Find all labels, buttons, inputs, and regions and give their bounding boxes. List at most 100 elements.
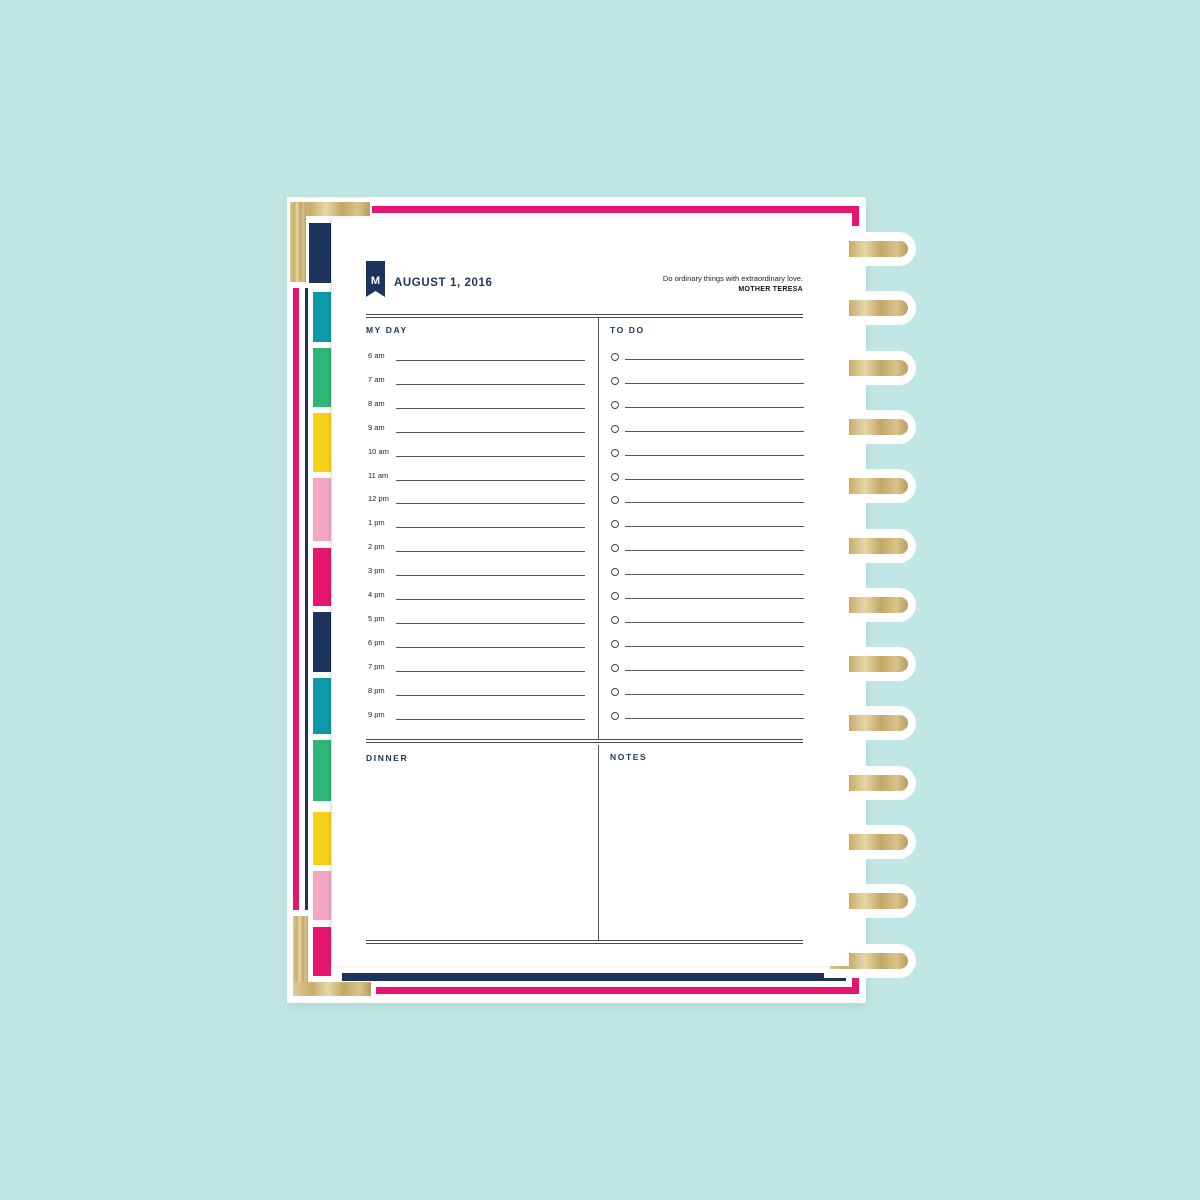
tab-pink-2[interactable] — [313, 927, 331, 976]
schedule-row[interactable]: 12 pm — [368, 493, 586, 507]
todo-item[interactable] — [611, 424, 804, 436]
tab-yellow[interactable] — [313, 413, 331, 472]
todo-checkbox[interactable] — [611, 615, 619, 624]
todo-checkbox[interactable] — [611, 687, 619, 696]
schedule-time: 7 am — [368, 374, 385, 384]
todo-line[interactable] — [625, 478, 804, 480]
todo-checkbox[interactable] — [611, 544, 619, 553]
todo-line[interactable] — [625, 669, 804, 671]
schedule-row[interactable]: 5 pm — [368, 613, 586, 627]
schedule-row[interactable]: 4 pm — [368, 589, 586, 603]
schedule-row[interactable]: 10 am — [368, 446, 586, 460]
todo-checkbox[interactable] — [611, 400, 619, 409]
todo-checkbox[interactable] — [611, 472, 619, 481]
schedule-row[interactable]: 6 pm — [368, 637, 586, 651]
navy-border-left — [305, 288, 308, 910]
column-divider-bottom — [598, 745, 599, 941]
schedule-line[interactable] — [396, 527, 585, 529]
todo-checkbox[interactable] — [611, 448, 619, 457]
schedule-line[interactable] — [396, 551, 585, 553]
schedule-line[interactable] — [396, 383, 585, 385]
todo-checkbox[interactable] — [611, 424, 619, 433]
tab-light-pink[interactable] — [313, 478, 331, 541]
todo-line[interactable] — [625, 574, 804, 576]
schedule-line[interactable] — [396, 479, 585, 481]
header-rule-top — [366, 314, 803, 315]
todo-checkbox[interactable] — [611, 592, 619, 600]
todo-item[interactable] — [611, 663, 804, 675]
todo-line[interactable] — [625, 645, 804, 647]
todo-line[interactable] — [625, 693, 804, 695]
schedule-row[interactable]: 11 am — [368, 470, 586, 484]
section-my-day: MY DAY — [366, 325, 408, 335]
schedule-row[interactable]: 3 pm — [368, 565, 586, 579]
todo-item[interactable] — [611, 615, 804, 627]
todo-item[interactable] — [611, 591, 804, 603]
schedule-row[interactable]: 7 am — [368, 374, 586, 388]
tab-teal[interactable] — [313, 292, 331, 342]
tab-pink[interactable] — [313, 548, 331, 606]
todo-line[interactable] — [625, 382, 804, 384]
schedule-line[interactable] — [396, 622, 585, 624]
todo-checkbox[interactable] — [611, 639, 619, 648]
todo-item[interactable] — [611, 639, 804, 651]
todo-checkbox[interactable] — [611, 353, 619, 361]
todo-line[interactable] — [625, 502, 804, 504]
schedule-line[interactable] — [396, 599, 585, 600]
tab-light-pink-2[interactable] — [313, 871, 331, 920]
schedule-row[interactable]: 9 pm — [368, 709, 586, 723]
schedule-row[interactable]: 7 pm — [368, 661, 586, 675]
schedule-line[interactable] — [396, 646, 585, 648]
todo-item[interactable] — [611, 543, 804, 555]
todo-checkbox[interactable] — [611, 568, 619, 577]
todo-item[interactable] — [611, 400, 804, 412]
todo-item[interactable] — [611, 687, 804, 699]
todo-item[interactable] — [611, 711, 804, 723]
schedule-line[interactable] — [396, 694, 585, 696]
schedule-line[interactable] — [396, 718, 585, 720]
todo-item[interactable] — [611, 448, 804, 460]
schedule-row[interactable]: 8 am — [368, 398, 586, 412]
schedule-line[interactable] — [396, 503, 585, 505]
todo-line[interactable] — [625, 717, 804, 719]
todo-line[interactable] — [625, 406, 804, 408]
tab-navy[interactable] — [309, 223, 331, 283]
todo-checkbox[interactable] — [611, 376, 619, 385]
todo-line[interactable] — [625, 430, 804, 432]
todo-item[interactable] — [611, 472, 804, 484]
todo-line[interactable] — [625, 621, 804, 623]
schedule-line[interactable] — [396, 575, 585, 577]
todo-line[interactable] — [625, 454, 804, 456]
todo-line[interactable] — [625, 359, 804, 360]
todo-item[interactable] — [611, 376, 804, 388]
gold-corner-bottom-horizontal — [293, 982, 371, 996]
schedule-line[interactable] — [396, 455, 585, 457]
todo-item[interactable] — [611, 352, 804, 364]
schedule-line[interactable] — [396, 431, 585, 433]
tab-navy-2[interactable] — [313, 612, 331, 672]
schedule-row[interactable]: 9 am — [368, 422, 586, 436]
schedule-line[interactable] — [396, 407, 585, 409]
todo-checkbox[interactable] — [611, 520, 619, 529]
todo-checkbox[interactable] — [611, 711, 619, 720]
schedule-row[interactable]: 2 pm — [368, 541, 586, 555]
footer-rule-bottom — [366, 943, 803, 944]
section-to-do: TO DO — [610, 325, 645, 335]
tab-green-2[interactable] — [313, 740, 331, 801]
todo-checkbox[interactable] — [611, 496, 619, 505]
schedule-line[interactable] — [396, 360, 585, 361]
tab-green[interactable] — [313, 348, 331, 407]
tab-yellow-2[interactable] — [313, 812, 331, 865]
todo-item[interactable] — [611, 567, 804, 579]
schedule-row[interactable]: 6 am — [368, 350, 586, 364]
todo-item[interactable] — [611, 495, 804, 507]
todo-line[interactable] — [625, 598, 804, 599]
schedule-row[interactable]: 8 pm — [368, 685, 586, 699]
schedule-line[interactable] — [396, 670, 585, 672]
schedule-row[interactable]: 1 pm — [368, 517, 586, 531]
todo-line[interactable] — [625, 526, 804, 528]
todo-item[interactable] — [611, 519, 804, 531]
tab-teal-2[interactable] — [313, 678, 331, 734]
todo-line[interactable] — [625, 550, 804, 552]
todo-checkbox[interactable] — [611, 663, 619, 672]
